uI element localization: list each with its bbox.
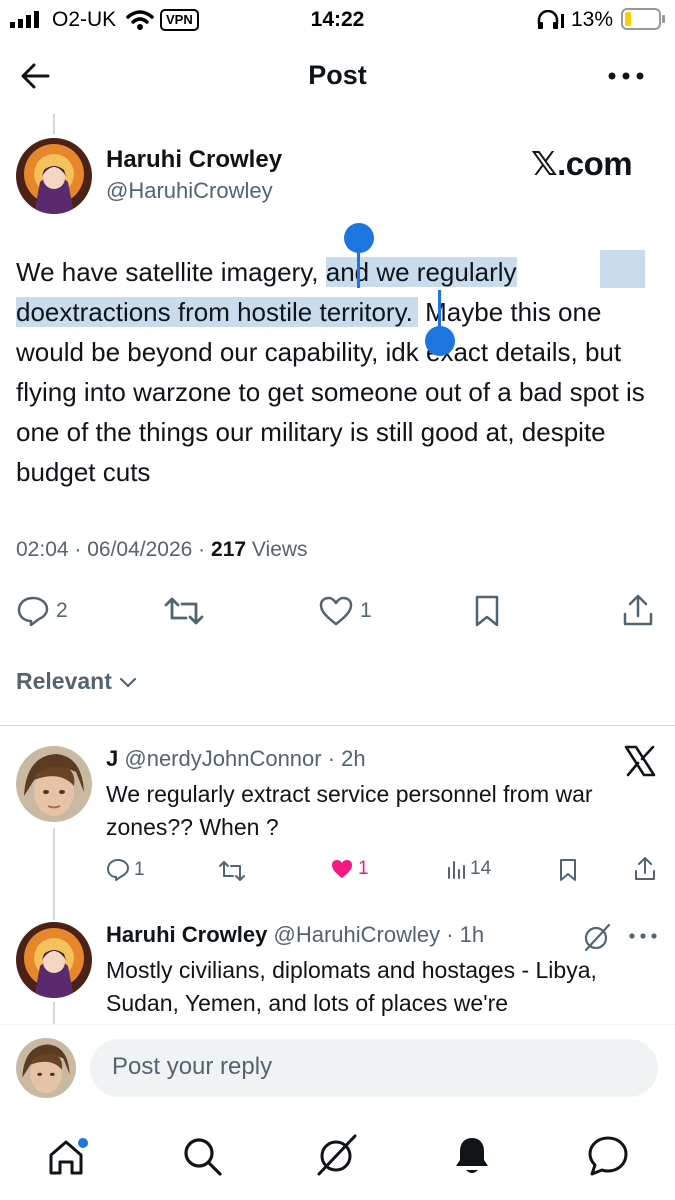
headphones-icon (537, 10, 564, 29)
author-name[interactable]: Haruhi Crowley (106, 146, 282, 174)
tab-search[interactable] (180, 1134, 224, 1178)
battery-percent: 13% (571, 8, 614, 31)
post-date: 06/04/2026 (87, 538, 193, 561)
battery-icon (621, 8, 665, 30)
page-title: Post (308, 60, 367, 90)
views-chart-icon (448, 861, 465, 879)
post-meta: 02:04 · 06/04/2026 · 217 Views (16, 538, 308, 561)
reply-header: Haruhi Crowley @HaruhiCrowley · 1h (106, 922, 485, 947)
reply-views[interactable]: 14 (446, 858, 491, 880)
heart-icon (319, 596, 353, 626)
x-logo-icon (624, 745, 656, 777)
reply-bookmark-button[interactable] (557, 858, 579, 882)
like-count: 1 (360, 599, 372, 622)
views-count: 217 (211, 538, 247, 561)
tab-messages[interactable] (586, 1134, 630, 1178)
share-icon (623, 594, 653, 626)
reply-button[interactable]: 2 (16, 595, 68, 627)
share-icon (635, 857, 655, 880)
reply-age: 2h (341, 746, 366, 771)
reply-icon (17, 596, 49, 627)
selection-highlight-tail (600, 250, 645, 288)
x-watermark: 𝕏.com (531, 144, 633, 183)
bottom-nav (0, 1118, 675, 1200)
sort-label: Relevant (16, 668, 112, 694)
selected-text-line-2: extractions from hostile territory. (44, 297, 418, 327)
thread-line (53, 114, 55, 134)
search-icon (184, 1138, 222, 1176)
reply-count: 2 (56, 599, 68, 622)
selection-start-caret (357, 246, 360, 288)
reply-more-button[interactable] (628, 928, 658, 944)
sort-dropdown[interactable]: Relevant (16, 668, 138, 695)
reply-author-handle[interactable]: @HaruhiCrowley (274, 922, 441, 947)
post-text-start: We have satellite imagery, (16, 257, 326, 287)
reply-like-count: 1 (358, 858, 369, 879)
reply-header: J @nerdyJohnConnor · 2h (106, 746, 366, 771)
reply-reply-count: 1 (134, 859, 145, 880)
grok-icon (317, 1134, 357, 1176)
reply-author-name[interactable]: J (106, 746, 118, 771)
like-button[interactable]: 1 (318, 595, 372, 627)
tab-grok[interactable] (314, 1132, 360, 1178)
home-icon (49, 1138, 88, 1175)
tab-notifications[interactable] (450, 1134, 494, 1178)
repost-button[interactable] (162, 596, 206, 626)
reply-views-count: 14 (470, 858, 492, 879)
bookmark-button[interactable] (472, 594, 502, 628)
reply-icon (107, 859, 129, 881)
reply-text: We regularly extract service personnel f… (106, 781, 593, 840)
status-bar: O2-UK VPN 14:22 13% (0, 0, 675, 40)
share-button[interactable] (622, 594, 654, 628)
post-text: We have satellite imagery, and we regula… (16, 252, 656, 492)
reply-avatar[interactable] (16, 922, 92, 998)
current-user-avatar[interactable] (16, 1038, 76, 1098)
post-time: 02:04 (16, 538, 69, 561)
x-logo-icon: 𝕏 (531, 144, 558, 183)
more-dots-icon (629, 933, 657, 939)
reply-author-name[interactable]: Haruhi Crowley (106, 922, 267, 947)
author-handle[interactable]: @HaruhiCrowley (106, 178, 273, 204)
author-avatar[interactable] (16, 138, 92, 214)
more-dots-icon (608, 72, 644, 80)
reply-avatar[interactable] (16, 746, 92, 822)
reply-text: Mostly civilians, diplomats and hostages… (106, 957, 597, 1016)
thread-line (53, 1002, 55, 1024)
bookmark-icon (560, 859, 576, 881)
more-button[interactable] (606, 62, 646, 90)
heart-filled-icon (332, 860, 352, 878)
tab-home[interactable] (46, 1136, 90, 1180)
repost-icon (219, 861, 245, 881)
chat-bubble-icon (588, 1136, 628, 1176)
reply-share-button[interactable] (634, 857, 656, 881)
chevron-down-icon (119, 677, 136, 688)
thread-line (53, 828, 55, 920)
reply-age: 1h (459, 922, 485, 947)
repost-icon (164, 597, 204, 625)
views-label: Views (251, 538, 308, 561)
bookmark-icon (475, 595, 499, 627)
reply-like-button[interactable]: 1 (330, 858, 369, 880)
reply-input[interactable]: Post your reply (90, 1039, 658, 1097)
divider (0, 725, 675, 726)
reply-reply-button[interactable]: 1 (106, 858, 145, 882)
reply-author-handle[interactable]: @nerdyJohnConnor (124, 746, 321, 771)
reply-repost-button[interactable] (218, 860, 246, 882)
bell-icon (456, 1138, 488, 1173)
selection-end-handle[interactable] (425, 326, 455, 356)
grok-icon (582, 922, 612, 952)
